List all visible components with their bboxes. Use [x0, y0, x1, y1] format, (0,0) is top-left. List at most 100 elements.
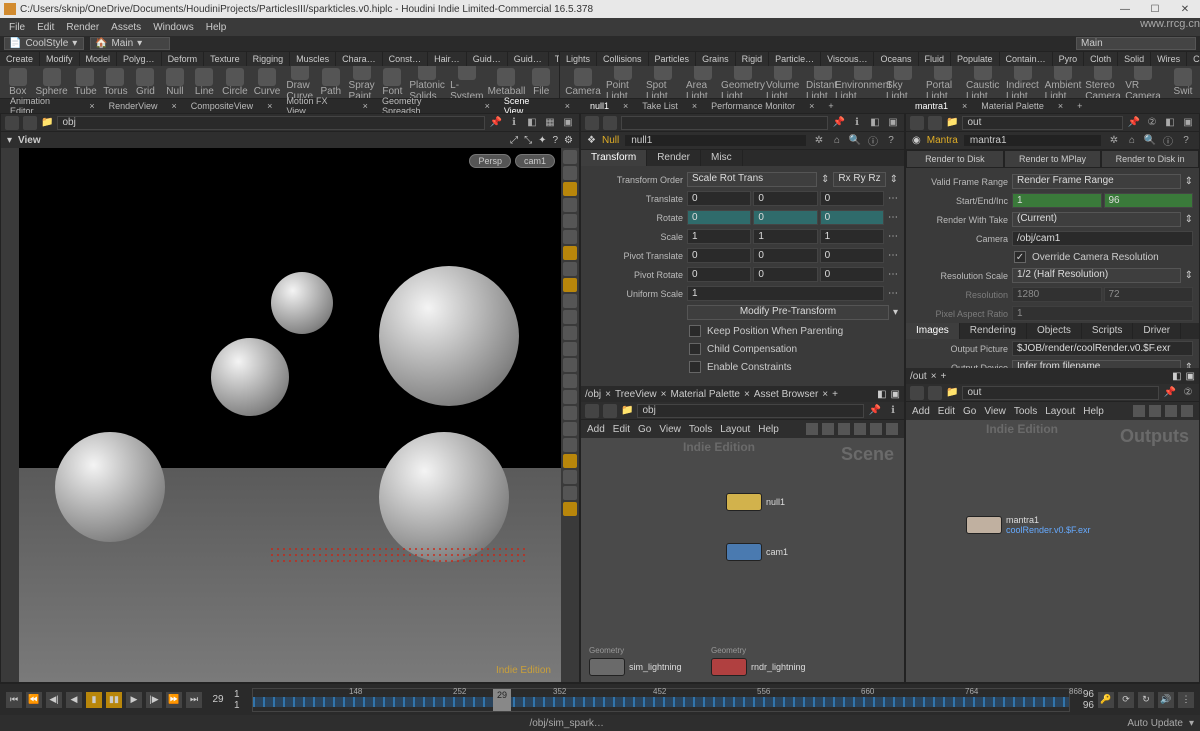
shelf-tab[interactable]: Particles — [649, 52, 697, 66]
split-icon[interactable]: ▦ — [543, 116, 557, 130]
checkbox-row[interactable]: Child Compensation — [581, 340, 904, 358]
pause-button[interactable]: ▮▮ — [106, 692, 122, 708]
shelf-tool[interactable]: Portal Light — [926, 66, 960, 98]
shelf-tab[interactable]: Lights a… — [560, 52, 597, 66]
parm-input[interactable] — [820, 229, 884, 244]
parm-input[interactable] — [753, 191, 817, 206]
shelf-tool[interactable]: Sky Light — [886, 66, 920, 98]
parm-input[interactable] — [687, 267, 751, 282]
maximize-button[interactable]: ☐ — [1140, 0, 1170, 18]
realtime-icon[interactable]: ⟳ — [1118, 692, 1134, 708]
gear-icon[interactable]: ℹ — [507, 116, 521, 130]
parm-input[interactable] — [687, 191, 751, 206]
nav-back-icon[interactable] — [585, 116, 599, 130]
menu-render[interactable]: Render — [61, 22, 104, 33]
gear-icon[interactable]: ⚙ — [564, 135, 573, 146]
shelf-tool[interactable]: Null — [163, 68, 186, 97]
shelf-tool[interactable]: Line — [193, 68, 216, 97]
panetab[interactable]: Performance Monitor — [705, 101, 801, 111]
panetab-active[interactable]: null1 — [584, 101, 615, 111]
network-node[interactable]: mantra1coolRender.v0.$F.exr — [966, 515, 1091, 535]
shelf-tool[interactable]: VR Camera — [1126, 66, 1160, 98]
network-node[interactable]: cam1 — [726, 543, 788, 561]
add-tab-icon[interactable]: + — [941, 371, 947, 382]
view-mode-icon[interactable]: ▾ — [7, 135, 12, 146]
checkbox-row[interactable]: Enable Constraints — [581, 358, 904, 376]
panetab[interactable]: Take List — [636, 101, 684, 111]
audio-icon[interactable]: 🔊 — [1158, 692, 1174, 708]
gear-icon[interactable]: ✲ — [1107, 134, 1121, 148]
render-to-disk-button[interactable]: Render to Disk — [906, 150, 1004, 168]
current-frame[interactable]: 29 — [206, 694, 230, 705]
menu-windows[interactable]: Windows — [148, 22, 199, 33]
shelf-tab[interactable]: Modify — [40, 52, 80, 66]
add-tab-icon[interactable]: + — [832, 389, 838, 400]
shelf-tool[interactable]: Circle — [222, 68, 248, 97]
shelf-tab[interactable]: Texture — [204, 52, 247, 66]
shelf-tab[interactable]: Viscous… — [821, 52, 874, 66]
info-icon[interactable]: ⓘ — [866, 134, 880, 148]
next-key-button[interactable]: ⏩ — [166, 692, 182, 708]
pin-icon[interactable]: 📌 — [832, 116, 846, 130]
shelf-tool[interactable]: L-System — [450, 66, 483, 98]
output-device-select[interactable]: Infer from filename — [1012, 360, 1181, 368]
help-icon[interactable]: ? — [1179, 134, 1193, 148]
subtab-driver[interactable]: Driver — [1133, 323, 1181, 339]
help-icon[interactable]: ? — [552, 135, 558, 146]
net-tab[interactable]: Material Palette — [671, 389, 740, 400]
network-view-scene[interactable]: Indie Edition Scene null1cam1Geometrysim… — [581, 438, 904, 682]
parm-input[interactable] — [820, 210, 884, 225]
parm-input[interactable] — [687, 248, 751, 263]
shelf-tab[interactable]: Const… — [383, 52, 429, 66]
shelf-tool[interactable]: Font — [381, 68, 404, 97]
parm-input[interactable] — [753, 229, 817, 244]
output-picture-input[interactable] — [1012, 341, 1193, 356]
frame-range-select[interactable]: Render Frame Range — [1012, 174, 1181, 189]
shelf-tab[interactable]: Polyg… — [117, 52, 162, 66]
shelf-tab[interactable]: Rigging — [247, 52, 291, 66]
nav-fwd-icon[interactable] — [603, 116, 617, 130]
net-tab[interactable]: TreeView — [615, 389, 657, 400]
take-select[interactable]: (Current) — [1012, 212, 1181, 227]
shelf-tab[interactable]: Contain… — [1000, 52, 1053, 66]
start-frame-input[interactable] — [1012, 193, 1102, 208]
snap-icon[interactable]: ⤢ — [510, 135, 518, 146]
menu-edit[interactable]: Edit — [32, 22, 59, 33]
shelf-tool[interactable]: Platonic Solids — [410, 66, 444, 98]
transform-order-select[interactable]: Scale Rot Trans — [687, 172, 817, 187]
shelf-tab[interactable]: Guid… — [508, 52, 549, 66]
render-to-mplay-button[interactable]: Render to MPlay — [1004, 150, 1102, 168]
shelf-tool[interactable]: Draw Curve — [286, 66, 313, 98]
shelf-tool[interactable]: Spray Paint — [349, 66, 375, 98]
parm-input[interactable] — [753, 267, 817, 282]
net-tab[interactable]: Asset Browser — [754, 389, 818, 400]
parm-input[interactable] — [687, 286, 884, 301]
options-icon[interactable]: ⋮ — [1178, 692, 1194, 708]
add-tab-icon[interactable]: + — [1071, 101, 1088, 111]
info-icon[interactable]: ⓘ — [1161, 134, 1175, 148]
persp-badge[interactable]: Persp — [469, 154, 511, 168]
shelf-tool[interactable]: Path — [319, 68, 342, 97]
shelf-tool[interactable]: Caustic Light — [966, 66, 1000, 98]
time-cursor[interactable]: 29 — [493, 689, 511, 711]
shelf-tab[interactable]: Populate — [951, 52, 1000, 66]
shelf-tab[interactable]: Pyro FX — [1053, 52, 1085, 66]
fit-icon[interactable]: ⌂ — [830, 134, 844, 148]
res-scale-select[interactable]: 1/2 (Half Resolution) — [1012, 268, 1181, 283]
subtab-rendering[interactable]: Rendering — [960, 323, 1027, 339]
shelf-tab[interactable]: Crowds — [1187, 52, 1200, 66]
search-icon[interactable]: 🔍 — [848, 134, 862, 148]
shelf-tab[interactable]: Hair… — [428, 52, 467, 66]
shelf-tool[interactable]: File — [529, 68, 552, 97]
parmtab-transform[interactable]: Transform — [581, 150, 647, 166]
subtab-scripts[interactable]: Scripts — [1082, 323, 1134, 339]
key-icon[interactable]: 🔑 — [1098, 692, 1114, 708]
shelf-tab[interactable]: Deform — [162, 52, 205, 66]
node-name[interactable]: mantra1 — [964, 135, 1101, 146]
shelf-tool[interactable]: Camera — [566, 68, 600, 97]
shelf-tool[interactable]: Spot Light — [646, 66, 680, 98]
time-ruler[interactable]: 29 148 252 352 452 556 660 764 868 — [252, 688, 1070, 712]
shelf-tab[interactable]: Rigid B… — [736, 52, 770, 66]
last-frame-button[interactable]: ⏭ — [186, 692, 202, 708]
network-node[interactable]: Geometryrndr_lightning — [711, 658, 806, 676]
